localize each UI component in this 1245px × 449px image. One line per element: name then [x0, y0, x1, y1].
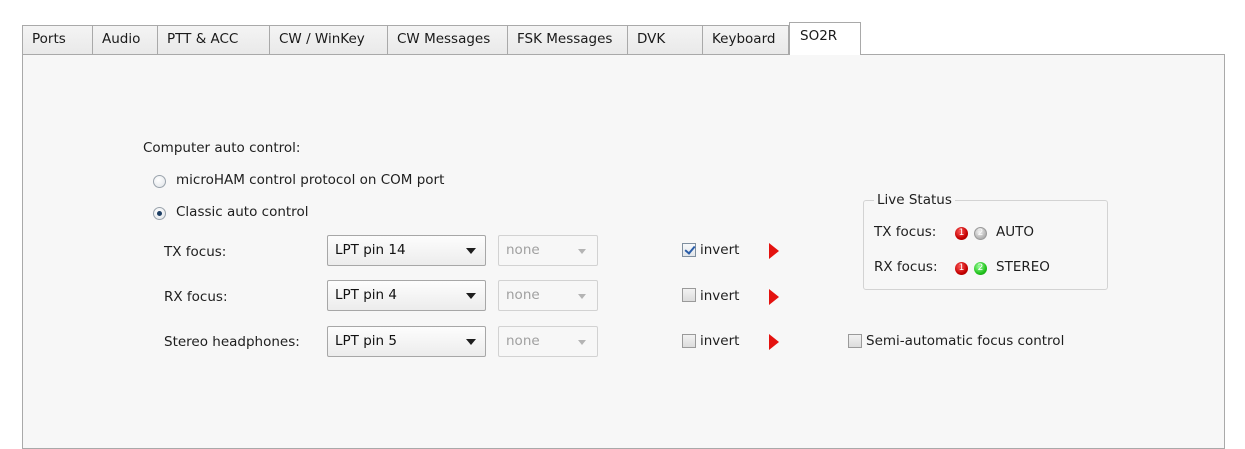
tab-bar: Ports Audio PTT & ACC CW / WinKey CW Mes…: [22, 22, 1225, 55]
tab-fsk-messages[interactable]: FSK Messages: [507, 25, 627, 54]
chevron-down-icon: [578, 294, 586, 299]
tx-focus-label: TX focus:: [164, 244, 227, 260]
tx-focus-second-value: none: [506, 242, 540, 258]
tx-led-2-icon: 2: [974, 227, 987, 240]
live-tx-value: AUTO: [996, 224, 1034, 240]
rx-focus-pin-value: LPT pin 4: [335, 287, 397, 303]
rx-focus-second-select[interactable]: none: [498, 280, 598, 311]
rx-focus-second-value: none: [506, 287, 540, 303]
stereo-invert-label[interactable]: invert: [700, 333, 739, 349]
chevron-down-icon: [466, 339, 476, 345]
so2r-panel: Computer auto control: microHAM control …: [22, 54, 1225, 449]
tab-cw-winkey[interactable]: CW / WinKey: [269, 25, 387, 54]
rx-led-2-icon: 2: [974, 262, 987, 275]
semi-auto-label[interactable]: Semi-automatic focus control: [866, 333, 1064, 349]
play-arrow-icon[interactable]: [769, 334, 779, 350]
auto-control-label: Computer auto control:: [143, 140, 301, 156]
semi-auto-checkbox[interactable]: [848, 334, 862, 348]
tab-ports[interactable]: Ports: [22, 25, 92, 54]
play-arrow-icon[interactable]: [769, 243, 779, 259]
live-tx-label: TX focus:: [874, 224, 937, 240]
rx-focus-pin-select[interactable]: LPT pin 4: [327, 280, 486, 311]
tx-focus-pin-select[interactable]: LPT pin 14: [327, 235, 486, 266]
tx-invert-checkbox[interactable]: [682, 243, 696, 257]
chevron-down-icon: [578, 340, 586, 345]
stereo-pin-select[interactable]: LPT pin 5: [327, 326, 486, 357]
microham-radio[interactable]: [153, 175, 166, 188]
rx-invert-checkbox[interactable]: [682, 288, 696, 302]
tab-cw-messages[interactable]: CW Messages: [387, 25, 507, 54]
rx-invert-label[interactable]: invert: [700, 288, 739, 304]
live-status-group: Live Status TX focus: 1 2 AUTO RX focus:…: [863, 192, 1108, 290]
rx-led-1-icon: 1: [955, 262, 968, 275]
live-rx-value: STEREO: [996, 259, 1050, 275]
live-status-title: Live Status: [874, 192, 955, 208]
tx-focus-pin-value: LPT pin 14: [335, 242, 406, 258]
chevron-down-icon: [466, 293, 476, 299]
chevron-down-icon: [578, 249, 586, 254]
stereo-second-value: none: [506, 333, 540, 349]
stereo-invert-checkbox[interactable]: [682, 334, 696, 348]
tab-dvk[interactable]: DVK: [627, 25, 702, 54]
stereo-headphones-label: Stereo headphones:: [164, 334, 300, 350]
tab-so2r[interactable]: SO2R: [789, 22, 861, 55]
microham-radio-label[interactable]: microHAM control protocol on COM port: [176, 172, 444, 188]
stereo-pin-value: LPT pin 5: [335, 333, 397, 349]
rx-focus-label: RX focus:: [164, 289, 228, 305]
chevron-down-icon: [466, 248, 476, 254]
play-arrow-icon[interactable]: [769, 289, 779, 305]
live-rx-label: RX focus:: [874, 259, 938, 275]
tab-keyboard[interactable]: Keyboard: [702, 25, 789, 54]
stereo-second-select[interactable]: none: [498, 326, 598, 357]
classic-auto-radio-label[interactable]: Classic auto control: [176, 204, 308, 220]
classic-auto-radio[interactable]: [153, 207, 166, 220]
tab-ptt-acc[interactable]: PTT & ACC: [157, 25, 269, 54]
tab-audio[interactable]: Audio: [92, 25, 157, 54]
tx-led-1-icon: 1: [955, 227, 968, 240]
tx-invert-label[interactable]: invert: [700, 242, 739, 258]
tx-focus-second-select[interactable]: none: [498, 235, 598, 266]
